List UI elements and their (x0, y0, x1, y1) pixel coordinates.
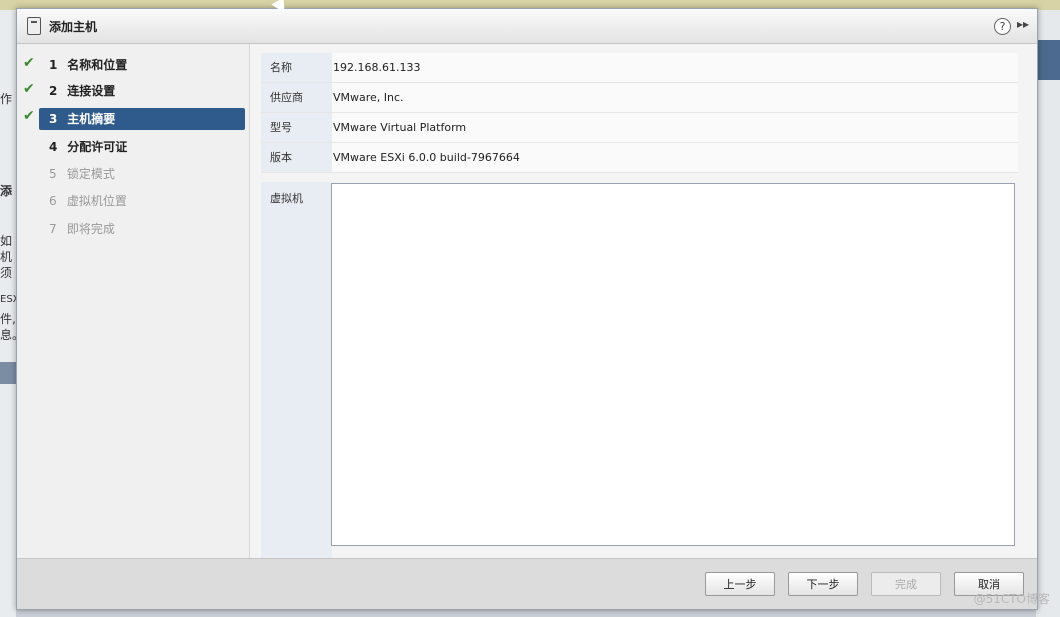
step-label: 分配许可证 (67, 140, 128, 154)
check-icon: ✔ (23, 81, 35, 97)
property-label: 名称 (261, 53, 332, 82)
step-label: 名称和位置 (67, 58, 128, 72)
host-properties-table: 名称 192.168.61.133 供应商 VMware, Inc. 型号 VM… (261, 53, 1018, 173)
property-value: VMware Virtual Platform (332, 113, 1018, 142)
step-lockdown-mode: 5 锁定模式 (39, 163, 245, 185)
check-icon: ✔ (23, 55, 35, 71)
step-number: 4 (49, 140, 58, 154)
step-number: 5 (49, 167, 57, 181)
back-button[interactable]: 上一步 (705, 572, 775, 596)
background-left-panel: 作 添 如 机 须 ESX 件, 息。 (0, 10, 24, 617)
background-text: 作 (0, 92, 13, 106)
wizard-steps: ✔ 1 名称和位置 ✔ 2 连接设置 ✔ 3 主机摘要 4 分配许可证 5 锁定… (17, 44, 250, 559)
finish-button: 完成 (871, 572, 941, 596)
host-summary-panel: 名称 192.168.61.133 供应商 VMware, Inc. 型号 VM… (261, 53, 1031, 560)
background-band (0, 362, 16, 384)
background-text: 机 (0, 250, 13, 264)
property-label: 供应商 (261, 83, 332, 112)
background-right-tab (1036, 40, 1060, 80)
watermark: @51CTO博客 (973, 592, 1050, 606)
add-host-dialog: 添加主机 ? ▸▸ ✔ 1 名称和位置 ✔ 2 连接设置 ✔ 3 主机摘要 4 … (16, 8, 1038, 610)
step-ready-to-complete: 7 即将完成 (39, 218, 245, 240)
background-text: 如 (0, 234, 13, 248)
property-row: 版本 VMware ESXi 6.0.0 build-7967664 (261, 143, 1018, 173)
check-icon: ✔ (23, 108, 35, 124)
expand-icon[interactable]: ▸▸ (1017, 17, 1029, 31)
help-icon[interactable]: ? (994, 18, 1011, 35)
step-assign-license[interactable]: 4 分配许可证 (39, 136, 245, 158)
step-number: 7 (49, 222, 57, 236)
vm-list[interactable] (331, 183, 1015, 546)
step-vm-location: 6 虚拟机位置 (39, 190, 245, 212)
step-number: 6 (49, 194, 57, 208)
property-row: 名称 192.168.61.133 (261, 53, 1018, 83)
property-label: 版本 (261, 143, 332, 172)
property-label: 型号 (261, 113, 332, 142)
property-value: VMware, Inc. (332, 83, 1018, 112)
vm-label: 虚拟机 (261, 182, 332, 560)
background-text: 件, (0, 312, 16, 326)
property-value: 192.168.61.133 (332, 53, 1018, 82)
step-connection-settings[interactable]: 2 连接设置 (39, 80, 245, 102)
step-number: 3 (49, 112, 58, 126)
property-row: 型号 VMware Virtual Platform (261, 113, 1018, 143)
step-number: 1 (49, 58, 58, 72)
dialog-titlebar: 添加主机 ? ▸▸ (17, 9, 1037, 44)
step-number: 2 (49, 84, 58, 98)
dialog-footer: 上一步 下一步 完成 取消 (17, 558, 1037, 609)
next-button[interactable]: 下一步 (788, 572, 858, 596)
background-text: 须 (0, 266, 13, 280)
step-label: 连接设置 (67, 84, 116, 98)
dialog-title: 添加主机 (49, 20, 98, 34)
step-name-location[interactable]: 1 名称和位置 (39, 54, 245, 76)
host-icon (27, 17, 41, 35)
step-label: 即将完成 (66, 222, 115, 236)
background-text: 添 (0, 184, 13, 198)
property-value: VMware ESXi 6.0.0 build-7967664 (332, 143, 1018, 172)
step-label: 锁定模式 (66, 167, 115, 181)
step-label: 主机摘要 (67, 112, 116, 126)
step-host-summary[interactable]: 3 主机摘要 (39, 108, 245, 130)
background-right-panel (1036, 10, 1060, 617)
step-label: 虚拟机位置 (66, 194, 127, 208)
property-row: 供应商 VMware, Inc. (261, 83, 1018, 113)
